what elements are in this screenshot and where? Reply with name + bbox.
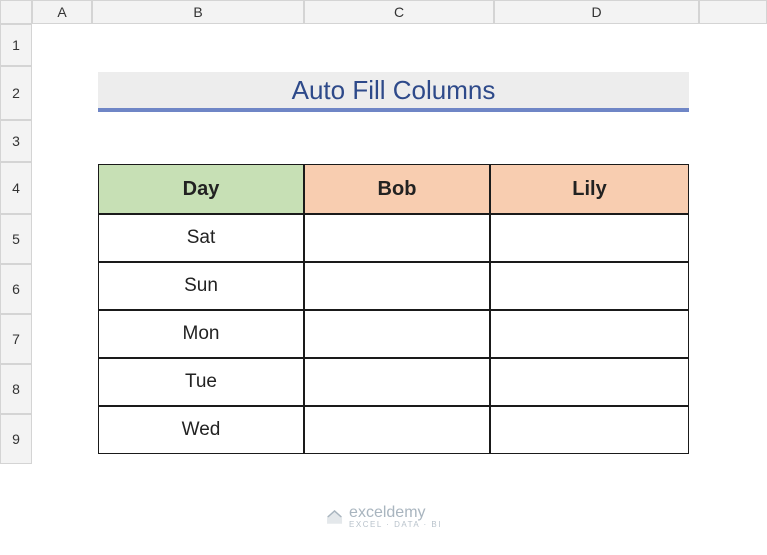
table-cell-bob-0[interactable] [304, 214, 490, 262]
table-cell-day-3[interactable]: Tue [98, 358, 304, 406]
table-cell-bob-3[interactable] [304, 358, 490, 406]
col-header-b[interactable]: B [92, 0, 304, 24]
watermark-brand: exceldemy [349, 504, 425, 521]
table-header-day[interactable]: Day [98, 164, 304, 214]
col-header-blank[interactable] [699, 0, 767, 24]
cell-a4[interactable] [32, 162, 92, 214]
cell-a6[interactable] [32, 264, 92, 314]
table-cell-day-0[interactable]: Sat [98, 214, 304, 262]
cell-a8[interactable] [32, 364, 92, 414]
table-header-lily[interactable]: Lily [490, 164, 689, 214]
row-header-4[interactable]: 4 [0, 162, 32, 214]
cell-a2[interactable] [32, 66, 92, 120]
watermark-tagline: EXCEL · DATA · BI [349, 520, 442, 529]
cell-e6[interactable] [699, 264, 767, 314]
title-bar: Auto Fill Columns [98, 72, 689, 112]
table-cell-lily-3[interactable] [490, 358, 689, 406]
table-header-bob[interactable]: Bob [304, 164, 490, 214]
cell-empty[interactable] [32, 24, 767, 66]
cell-e2[interactable] [699, 66, 767, 120]
row-header-5[interactable]: 5 [0, 214, 32, 264]
table-cell-day-4[interactable]: Wed [98, 406, 304, 454]
cell-e9[interactable] [699, 414, 767, 464]
table-cell-day-2[interactable]: Mon [98, 310, 304, 358]
table-cell-lily-1[interactable] [490, 262, 689, 310]
table-cell-day-1[interactable]: Sun [98, 262, 304, 310]
row-header-7[interactable]: 7 [0, 314, 32, 364]
row-header-2[interactable]: 2 [0, 66, 32, 120]
cell-a5[interactable] [32, 214, 92, 264]
row-header-6[interactable]: 6 [0, 264, 32, 314]
table-cell-lily-0[interactable] [490, 214, 689, 262]
cell-a7[interactable] [32, 314, 92, 364]
row-header-1[interactable]: 1 [0, 24, 32, 66]
table-cell-lily-4[interactable] [490, 406, 689, 454]
cell-e5[interactable] [699, 214, 767, 264]
watermark: exceldemy EXCEL · DATA · BI [325, 504, 442, 529]
brand-icon [325, 508, 343, 526]
cell-e7[interactable] [699, 314, 767, 364]
col-header-c[interactable]: C [304, 0, 494, 24]
row-header-9[interactable]: 9 [0, 414, 32, 464]
table-cell-bob-1[interactable] [304, 262, 490, 310]
cell-row3[interactable] [32, 120, 767, 162]
table-cell-bob-4[interactable] [304, 406, 490, 454]
col-header-d[interactable]: D [494, 0, 699, 24]
select-all-corner[interactable] [0, 0, 32, 24]
table-cell-lily-2[interactable] [490, 310, 689, 358]
cell-e4[interactable] [699, 162, 767, 214]
col-header-a[interactable]: A [32, 0, 92, 24]
data-table: Day Bob Lily Sat Sun Mon Tue Wed [98, 164, 689, 458]
page-title: Auto Fill Columns [292, 75, 496, 106]
cell-e8[interactable] [699, 364, 767, 414]
cell-a9[interactable] [32, 414, 92, 464]
spreadsheet-grid: A B C D 1 2 Auto Fill Columns 3 4 Day Bo… [0, 0, 767, 554]
row-header-8[interactable]: 8 [0, 364, 32, 414]
row-header-3[interactable]: 3 [0, 120, 32, 162]
table-cell-bob-2[interactable] [304, 310, 490, 358]
